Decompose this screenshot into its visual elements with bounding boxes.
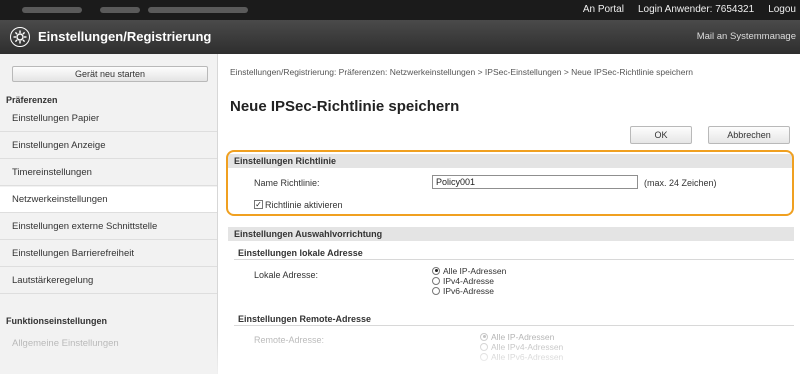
blurred-text [148,7,248,13]
radio-icon[interactable] [432,266,440,275]
login-user-label: Login Anwender: 7654321 [637,4,755,15]
sidebar-item-general[interactable]: Allgemeine Einstellungen [0,330,217,356]
portal-link[interactable]: An Portal [583,4,624,15]
sidebar-section-preferences: Präferenzen [6,95,58,105]
app-header: Einstellungen/Registrierung Mail an Syst… [0,20,800,54]
highlight-frame [226,150,794,216]
radio-icon[interactable] [432,286,440,295]
sidebar-item-paper[interactable]: Einstellungen Papier [0,106,217,132]
blurred-text [100,7,140,13]
sidebar-item-network[interactable]: Netzwerkeinstellungen [0,187,217,213]
blurred-text [22,7,82,13]
sidebar: Gerät neu starten Präferenzen Einstellun… [0,54,218,374]
remote-all-ipv6-option[interactable]: Alle IPv6-Adressen [480,352,563,362]
local-ipv4-option[interactable]: IPv4-Adresse [432,276,494,286]
local-ipv6-option[interactable]: IPv6-Adresse [432,286,494,296]
app-title: Einstellungen/Registrierung [38,29,212,44]
ok-button[interactable]: OK [630,126,692,144]
sidebar-item-volume[interactable]: Lautstärkeregelung [0,268,217,294]
sidebar-item-timer[interactable]: Timereinstellungen [0,160,217,186]
local-all-ip-option[interactable]: Alle IP-Adressen [432,266,506,276]
cancel-button[interactable]: Abbrechen [708,126,790,144]
page-title: Neue IPSec-Richtlinie speichern [230,98,460,115]
login-user-id: 7654321 [715,4,755,15]
breadcrumb: Einstellungen/Registrierung: Präferenzen… [230,67,694,77]
logout-link[interactable]: Logou [768,4,796,15]
remote-address-heading: Einstellungen Remote-Adresse [234,312,794,326]
remote-address-label: Remote-Adresse: [254,335,325,345]
sidebar-section-functions: Funktionseinstellungen [6,316,108,326]
remote-all-ipv4-option[interactable]: Alle IPv4-Adressen [480,342,563,352]
radio-icon[interactable] [480,332,488,341]
sidebar-item-accessibility[interactable]: Einstellungen Barrierefreiheit [0,241,217,267]
selector-settings-heading: Einstellungen Auswahlvorrichtung [228,227,794,241]
radio-icon[interactable] [480,342,488,351]
sidebar-item-display[interactable]: Einstellungen Anzeige [0,133,217,159]
settings-gear-icon [10,27,30,47]
local-address-label: Lokale Adresse: [254,270,319,280]
restart-device-button[interactable]: Gerät neu starten [12,66,208,82]
mail-admin-link[interactable]: Mail an Systemmanage [697,31,796,42]
sidebar-item-external-interface[interactable]: Einstellungen externe Schnittstelle [0,214,217,240]
remote-all-ip-option[interactable]: Alle IP-Adressen [480,332,554,342]
radio-icon[interactable] [432,276,440,285]
local-address-heading: Einstellungen lokale Adresse [234,246,794,260]
top-bar: An Portal Login Anwender: 7654321 Logou [0,0,800,20]
radio-icon[interactable] [480,352,488,361]
